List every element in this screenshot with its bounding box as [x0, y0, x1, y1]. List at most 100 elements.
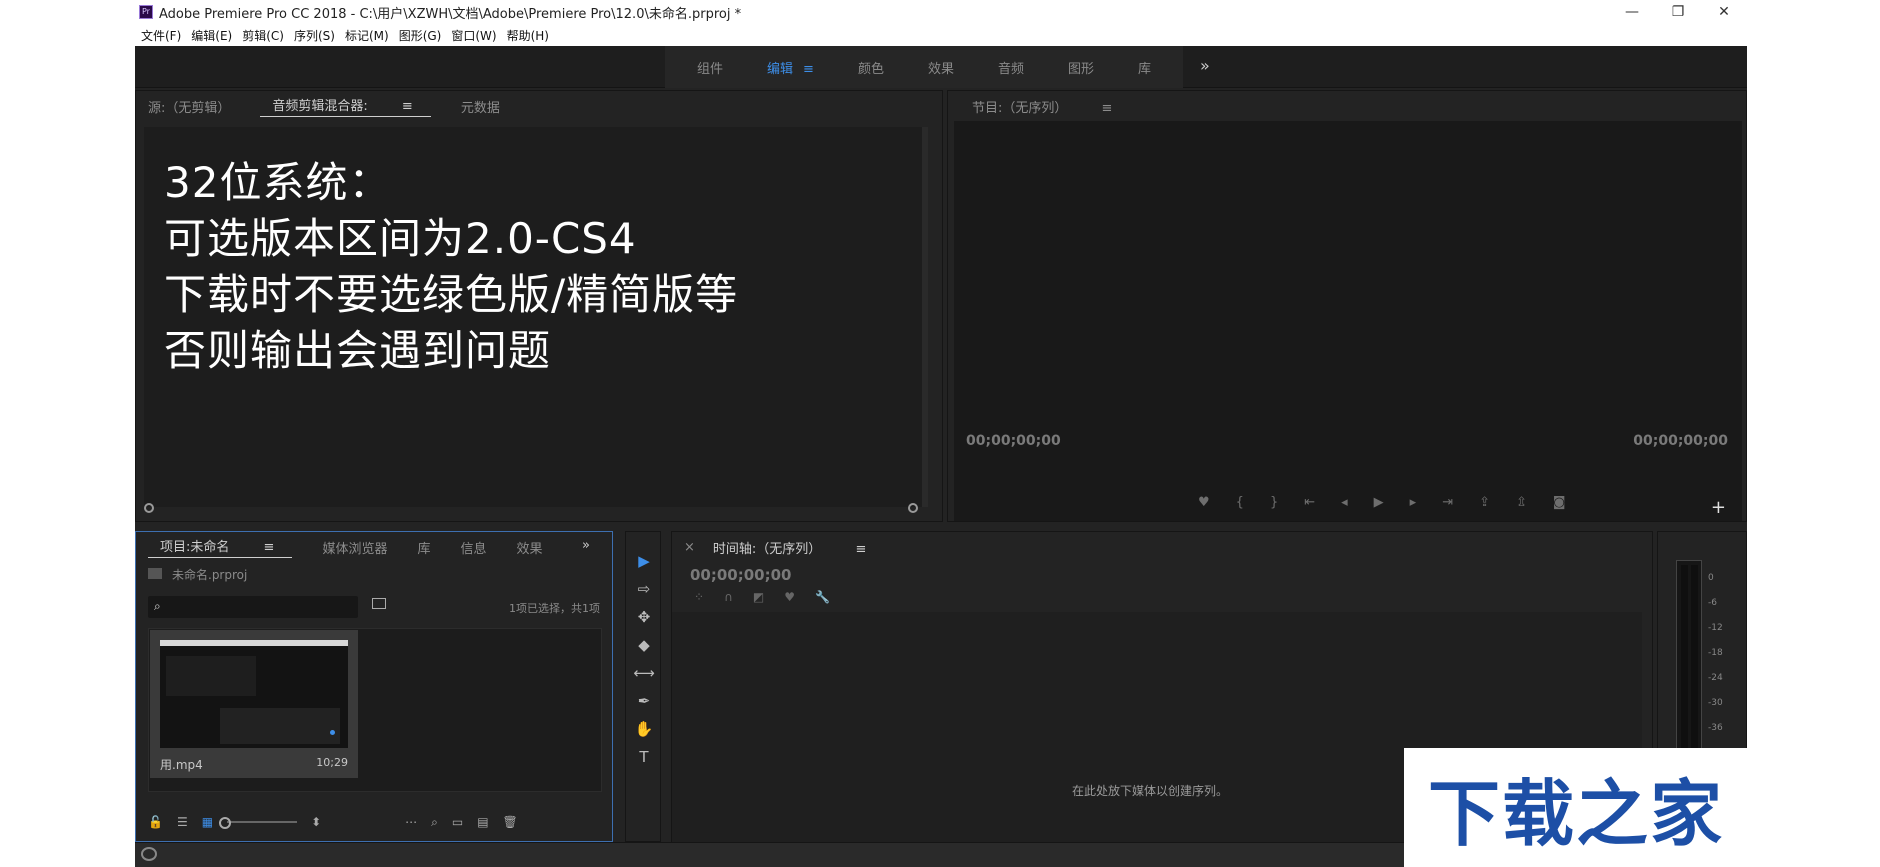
razor-tool-icon[interactable]: ◆ — [626, 636, 662, 654]
tab-media-browser[interactable]: 媒体浏览器 — [322, 538, 387, 557]
source-scrollbar[interactable] — [144, 503, 918, 513]
close-tab-icon[interactable]: × — [684, 540, 695, 555]
search-input[interactable]: ⌕ — [148, 596, 358, 618]
clip-preview — [160, 640, 348, 748]
workspace-tab-editing[interactable]: 编辑 ≡ — [745, 58, 836, 77]
tab-metadata[interactable]: 元数据 — [461, 97, 500, 116]
workspace-tabs: 组件 编辑 ≡ 颜色 效果 音频 图形 库 — [665, 46, 1184, 88]
status-icon — [141, 847, 157, 861]
play-icon[interactable]: ▶ — [1374, 495, 1384, 510]
workspace-tab-label: 编辑 — [767, 61, 794, 77]
snap-icon[interactable]: ∩ — [724, 590, 733, 604]
new-item-icon[interactable]: ▤ — [477, 815, 488, 829]
marker-icon[interactable]: ♥ — [1198, 495, 1210, 510]
pen-tool-icon[interactable]: ✒ — [626, 692, 662, 710]
overlay-line: 否则输出会遇到问题 — [164, 326, 552, 375]
workspace-tab-graphics[interactable]: 图形 — [1046, 58, 1116, 77]
icon-view-icon[interactable]: ▦ — [202, 815, 213, 829]
add-button[interactable]: + — [1711, 497, 1726, 518]
project-panel-tabs: 项目:未命名 ≡ 媒体浏览器 库 信息 效果 » — [136, 532, 612, 562]
slip-tool-icon[interactable]: ⟷ — [626, 664, 662, 682]
menu-sequence[interactable]: 序列(S) — [294, 27, 335, 44]
menu-edit[interactable]: 编辑(E) — [191, 27, 232, 44]
workspace-more-icon[interactable]: » — [1200, 56, 1210, 75]
new-bin-icon[interactable]: ▭ — [452, 815, 463, 829]
menu-marker[interactable]: 标记(M) — [345, 27, 389, 44]
timeline-timecode[interactable]: 00;00;00;00 — [690, 566, 792, 584]
menu-file[interactable]: 文件(F) — [141, 27, 181, 44]
lift-icon[interactable]: ⇪ — [1479, 495, 1490, 510]
extract-icon[interactable]: ⇫ — [1516, 495, 1527, 510]
linked-selection-icon[interactable]: ◩ — [753, 590, 764, 604]
tab-audio-clip-mixer[interactable]: 音频剪辑混合器: ≡ — [260, 95, 431, 117]
track-select-tool-icon[interactable]: ⇨ — [626, 580, 662, 598]
wrench-icon[interactable]: 🔧 — [815, 590, 830, 604]
ripple-edit-tool-icon[interactable]: ✥ — [626, 608, 662, 626]
clip-thumbnail[interactable]: 用.mp4 10;29 — [150, 630, 358, 778]
transport-controls: ♥ { } ⇤ ◂ ▶ ▸ ⇥ ⇪ ⇫ ◙ — [1198, 495, 1566, 510]
menu-help[interactable]: 帮助(H) — [507, 27, 549, 44]
window-title: Adobe Premiere Pro CC 2018 - C:\用户\XZWH\… — [159, 6, 742, 22]
close-button[interactable]: ✕ — [1701, 0, 1747, 24]
in-point-icon[interactable]: { — [1236, 495, 1244, 510]
tab-label: 项目:未命名 — [160, 540, 230, 555]
clip-name: 用.mp4 — [160, 758, 203, 772]
workspace-tab-color[interactable]: 颜色 — [836, 58, 906, 77]
workspace-tab-effects[interactable]: 效果 — [906, 58, 976, 77]
out-point-icon[interactable]: } — [1270, 495, 1278, 510]
tab-timeline[interactable]: 时间轴:（无序列） ≡ — [701, 538, 884, 557]
go-to-out-icon[interactable]: ⇥ — [1442, 495, 1453, 510]
preview-block — [220, 708, 340, 744]
step-forward-icon[interactable]: ▸ — [1410, 495, 1417, 510]
panel-menu-icon[interactable]: ≡ — [402, 99, 413, 114]
panel-menu-icon[interactable]: ≡ — [1102, 101, 1113, 116]
workspace-menu-icon[interactable]: ≡ — [803, 62, 814, 77]
type-tool-icon[interactable]: T — [626, 748, 662, 766]
menu-clip[interactable]: 剪辑(C) — [242, 27, 284, 44]
project-footer: 🔓 ☰ ▦ ⬍ ⋯ ⌕ ▭ ▤ 🗑 — [148, 811, 600, 833]
list-view-icon[interactable]: ☰ — [177, 815, 188, 829]
menu-graphics[interactable]: 图形(G) — [399, 27, 442, 44]
window-controls: — ❐ ✕ — [1609, 0, 1747, 24]
menu-window[interactable]: 窗口(W) — [451, 27, 496, 44]
program-current-timecode[interactable]: 00;00;00;00 — [966, 433, 1061, 449]
tab-project[interactable]: 项目:未命名 ≡ — [148, 536, 293, 558]
zoom-slider[interactable] — [219, 817, 298, 829]
selection-tool-icon[interactable]: ▶ — [626, 552, 662, 570]
hand-tool-icon[interactable]: ✋ — [626, 720, 662, 738]
search-icon: ⌕ — [154, 599, 161, 613]
tab-libraries[interactable]: 库 — [417, 538, 430, 557]
nest-icon[interactable]: ⁘ — [694, 590, 704, 604]
workspace-tab-libraries[interactable]: 库 — [1116, 58, 1173, 77]
step-back-icon[interactable]: ◂ — [1341, 495, 1348, 510]
find-icon[interactable]: ⌕ — [431, 815, 438, 830]
maximize-button[interactable]: ❐ — [1655, 0, 1701, 24]
tab-effects[interactable]: 效果 — [516, 538, 542, 557]
lock-icon[interactable]: 🔓 — [148, 815, 163, 829]
preview-block — [166, 656, 256, 696]
panel-menu-icon[interactable]: ≡ — [264, 540, 275, 555]
scroll-end-handle[interactable] — [908, 503, 918, 513]
tab-info[interactable]: 信息 — [460, 538, 486, 557]
workspace-tab-audio[interactable]: 音频 — [976, 58, 1046, 77]
tab-program[interactable]: 节目:（无序列） ≡ — [960, 97, 1130, 116]
minimize-button[interactable]: — — [1609, 0, 1655, 24]
trash-icon[interactable]: 🗑 — [503, 815, 518, 829]
workspace-tab-assembly[interactable]: 组件 — [675, 58, 745, 77]
program-viewer — [954, 121, 1742, 521]
sort-icon[interactable]: ⬍ — [311, 815, 321, 829]
new-bin-from-search-icon[interactable] — [372, 598, 386, 609]
program-duration-timecode: 00;00;00;00 — [1633, 433, 1728, 449]
tab-label: 节目:（无序列） — [972, 100, 1068, 116]
tab-source[interactable]: 源:（无剪辑） — [148, 97, 230, 116]
timeline-panel-tabs: × 时间轴:（无序列） ≡ — [672, 532, 1652, 562]
overlay-line: 32位系统： — [164, 158, 392, 207]
go-to-in-icon[interactable]: ⇤ — [1304, 495, 1315, 510]
add-marker-icon[interactable]: ♥ — [784, 590, 795, 604]
panel-menu-icon[interactable]: ≡ — [855, 542, 866, 557]
more-panels-icon[interactable]: » — [582, 538, 590, 553]
timeline-tools: ⁘ ∩ ◩ ♥ 🔧 — [694, 590, 830, 604]
scroll-start-handle[interactable] — [144, 503, 154, 513]
camera-icon[interactable]: ◙ — [1553, 495, 1566, 510]
automate-to-sequence-icon[interactable]: ⋯ — [405, 815, 417, 829]
